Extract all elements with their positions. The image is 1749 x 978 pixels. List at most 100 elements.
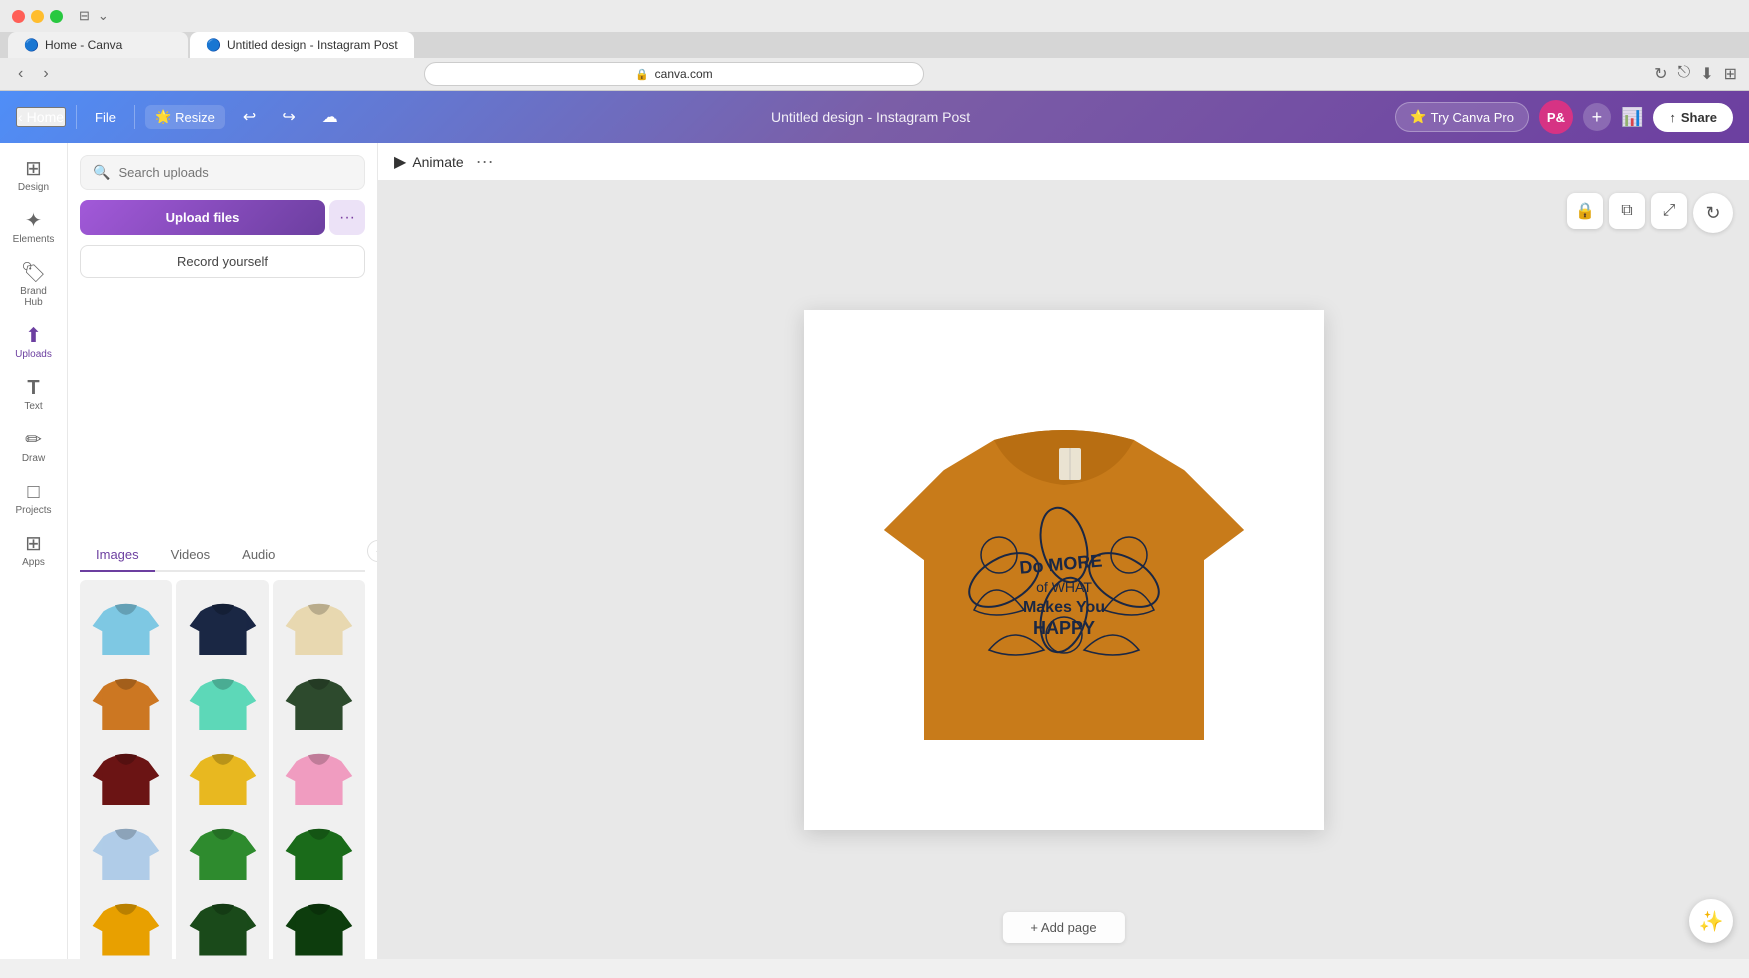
- home-button[interactable]: ‹ Home: [16, 107, 66, 127]
- chevron-left-icon: ‹: [18, 109, 23, 125]
- magic-button[interactable]: ✨: [1689, 899, 1733, 943]
- bookmark-icon[interactable]: ⎋: [1678, 64, 1691, 84]
- panel-tabs: Images Videos Audio: [80, 539, 365, 572]
- star-icon: ⭐: [1410, 109, 1426, 125]
- tab-grid-icon[interactable]: ⊞: [1724, 64, 1737, 84]
- sidebar-label-uploads: Uploads: [15, 349, 52, 360]
- sidebar-item-text[interactable]: T Text: [5, 370, 63, 420]
- canvas-frame: Do MORE of WHAT Makes You HAPPY: [804, 310, 1324, 830]
- browser-titlebar: ⊟ ⌄: [0, 0, 1749, 32]
- browser-tab-home[interactable]: 🔵 Home - Canva: [8, 32, 188, 58]
- image-grid: [68, 572, 377, 960]
- sidebar-item-draw[interactable]: ✏ Draw: [5, 422, 63, 472]
- canvas-area: ▶ Animate ··· 🔒 ⧉ ⤢ ↻: [378, 143, 1749, 959]
- sidebar-toggle-icon2[interactable]: ⌄: [98, 8, 109, 24]
- file-label: File: [95, 110, 116, 125]
- upload-more-options-button[interactable]: ···: [329, 200, 365, 235]
- tab-icon2: 🔵: [206, 38, 221, 52]
- url-text: canva.com: [655, 67, 713, 81]
- plus-button[interactable]: +: [1583, 103, 1611, 131]
- draw-icon: ✏: [25, 430, 42, 450]
- share-icon: ↑: [1669, 110, 1676, 125]
- sidebar-label-projects: Projects: [15, 505, 51, 516]
- upload-files-button[interactable]: Upload files: [80, 200, 325, 235]
- collapse-panel-button[interactable]: ‹: [367, 540, 378, 562]
- record-yourself-button[interactable]: Record yourself: [80, 245, 365, 278]
- lock-icon: 🔒: [635, 68, 649, 81]
- design-icon: ⊞: [25, 159, 42, 179]
- text-icon: T: [27, 378, 39, 398]
- address-bar[interactable]: 🔒 canva.com: [424, 62, 924, 86]
- sidebar-label-text: Text: [24, 401, 42, 412]
- duplicate-button[interactable]: ⧉: [1609, 193, 1645, 229]
- animate-icon: ▶: [394, 152, 406, 172]
- sidebar-toggle-icon[interactable]: ⊟: [79, 8, 90, 24]
- upload-files-label: Upload files: [96, 210, 309, 225]
- topbar-center: Untitled design - Instagram Post: [358, 109, 1384, 125]
- uploads-icon: ⬆: [25, 326, 42, 346]
- search-bar[interactable]: 🔍: [80, 155, 365, 190]
- upload-panel: 🔍 Upload files ··· Record yourself: [68, 143, 378, 959]
- back-btn[interactable]: ‹: [12, 63, 29, 85]
- try-pro-button[interactable]: ⭐ Try Canva Pro: [1395, 102, 1529, 132]
- projects-icon: □: [27, 482, 39, 502]
- fullscreen-btn[interactable]: [50, 10, 63, 23]
- browser-tabs: 🔵 Home - Canva 🔵 Untitled design - Insta…: [0, 32, 1749, 58]
- topbar-right: ⭐ Try Canva Pro P& + 📊 ↑ Share: [1395, 100, 1733, 134]
- tshirt-thumbnail-14[interactable]: [176, 880, 268, 959]
- search-icon: 🔍: [93, 164, 110, 181]
- add-page-button[interactable]: + Add page: [1002, 912, 1124, 943]
- tshirt-thumbnail-15[interactable]: [273, 880, 365, 959]
- apps-icon: ⊞: [25, 534, 42, 554]
- analytics-icon[interactable]: 📊: [1621, 107, 1643, 128]
- download-icon[interactable]: ⬇: [1700, 64, 1713, 84]
- close-btn[interactable]: [12, 10, 25, 23]
- minimize-btn[interactable]: [31, 10, 44, 23]
- sidebar-item-elements[interactable]: ✦ Elements: [5, 203, 63, 253]
- share-button[interactable]: ↑ Share: [1653, 103, 1733, 132]
- resize-button[interactable]: 🌟 Resize: [145, 105, 225, 129]
- tab-icon: 🔵: [24, 38, 39, 52]
- try-pro-label: Try Canva Pro: [1431, 110, 1514, 125]
- svg-text:Makes You: Makes You: [1022, 599, 1104, 616]
- reload-icon[interactable]: ↻: [1654, 64, 1667, 84]
- canvas-top-tools: 🔒 ⧉ ⤢ ↻: [1567, 193, 1733, 233]
- design-title: Untitled design - Instagram Post: [771, 109, 970, 125]
- sidebar-item-projects[interactable]: □ Projects: [5, 474, 63, 524]
- app-topbar: ‹ Home File 🌟 Resize ↩ ↪ ☁ Untitled desi…: [0, 91, 1749, 143]
- forward-btn[interactable]: ›: [37, 63, 54, 85]
- panel-content: 🔍 Upload files ··· Record yourself: [68, 143, 377, 539]
- tab-audio[interactable]: Audio: [226, 539, 291, 572]
- undo-button[interactable]: ↩: [235, 103, 264, 131]
- avatar-button[interactable]: P&: [1539, 100, 1573, 134]
- file-button[interactable]: File: [87, 106, 124, 129]
- sidebar-label-draw: Draw: [22, 453, 45, 464]
- tab-images[interactable]: Images: [80, 539, 155, 572]
- browser-actions: ↻ ⎋ ⬇ ⊞: [1654, 64, 1737, 84]
- sidebar-item-design[interactable]: ⊞ Design: [5, 151, 63, 201]
- refresh-button[interactable]: ↻: [1693, 193, 1733, 233]
- sidebar-item-brand-hub[interactable]: 🏷 Brand Hub: [5, 255, 63, 316]
- expand-button[interactable]: ⤢: [1651, 193, 1687, 229]
- tab-videos[interactable]: Videos: [155, 539, 227, 572]
- sidebar-item-apps[interactable]: ⊞ Apps: [5, 526, 63, 576]
- animate-button[interactable]: ▶ Animate: [394, 152, 464, 172]
- redo-button[interactable]: ↪: [274, 103, 303, 131]
- app-container: ‹ Home File 🌟 Resize ↩ ↪ ☁ Untitled desi…: [0, 91, 1749, 959]
- topbar-left: ‹ Home File 🌟 Resize ↩ ↪ ☁: [16, 103, 346, 131]
- browser-addressbar: ‹ › 🔒 canva.com ↻ ⎋ ⬇ ⊞: [0, 58, 1749, 90]
- lock-button[interactable]: 🔒: [1567, 193, 1603, 229]
- emoji-icon: 🌟: [155, 109, 171, 125]
- topbar-divider: [76, 105, 77, 129]
- resize-label: Resize: [175, 110, 215, 125]
- sidebar-label-elements: Elements: [13, 234, 55, 245]
- more-options-button[interactable]: ···: [476, 151, 494, 172]
- cloud-save-button[interactable]: ☁: [314, 103, 346, 131]
- tshirt-thumbnail-13[interactable]: [80, 880, 172, 959]
- animate-label: Animate: [412, 154, 463, 170]
- browser-tab-design[interactable]: 🔵 Untitled design - Instagram Post: [190, 32, 414, 58]
- upload-row: Upload files ···: [80, 200, 365, 235]
- sidebar-item-uploads[interactable]: ⬆ Uploads: [5, 318, 63, 368]
- search-input[interactable]: [118, 165, 352, 180]
- record-label: Record yourself: [177, 254, 268, 269]
